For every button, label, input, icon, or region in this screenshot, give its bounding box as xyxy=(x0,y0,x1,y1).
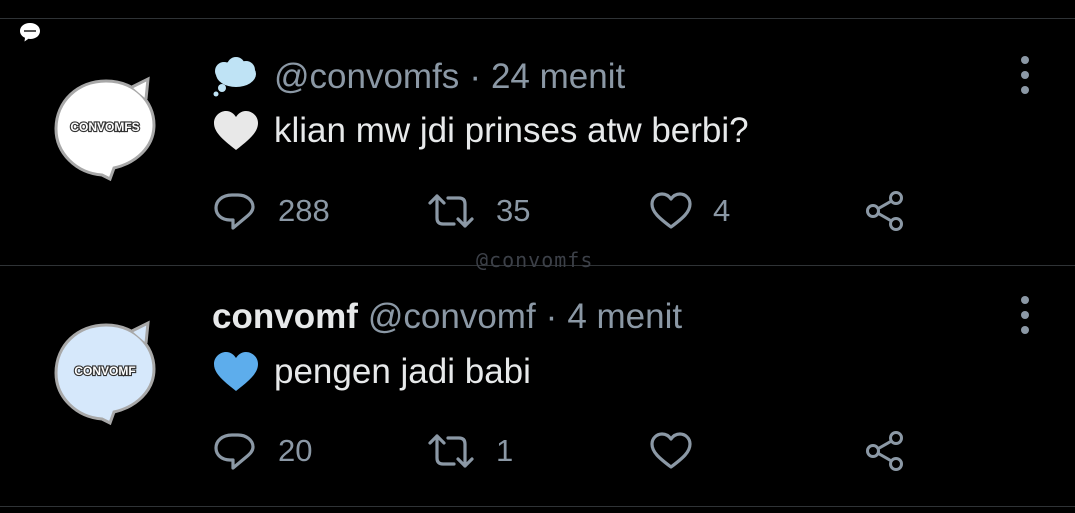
avatar[interactable]: CONVOMFS xyxy=(50,69,162,184)
share-button[interactable] xyxy=(863,186,907,236)
tweet-body: pengen jadi babi xyxy=(212,351,531,393)
tweet-header: convomf @convomf · 4 menit xyxy=(212,297,682,337)
retweet-count: 35 xyxy=(496,193,531,228)
heart-icon xyxy=(650,432,692,469)
tweet-header: @convomfs · 24 menit xyxy=(212,57,625,97)
reply-button[interactable]: 288 xyxy=(212,186,330,236)
more-options-icon[interactable] xyxy=(1010,53,1040,97)
retweet-button[interactable]: 1 xyxy=(426,426,513,476)
like-button[interactable] xyxy=(649,426,713,476)
retweet-count: 1 xyxy=(496,433,514,468)
reply-count: 20 xyxy=(278,433,313,468)
blue-heart-icon xyxy=(214,352,258,391)
thought-balloon-icon xyxy=(213,57,256,97)
retweet-button[interactable]: 35 xyxy=(426,186,530,236)
avatar[interactable]: CONVOMF xyxy=(50,313,162,428)
like-count: 4 xyxy=(713,193,731,228)
timestamp[interactable]: 4 menit xyxy=(567,297,682,337)
share-button[interactable] xyxy=(863,426,907,476)
user-handle[interactable]: @convomfs xyxy=(274,57,459,97)
retweet-icon xyxy=(428,434,474,468)
tweet-text: klian mw jdi prinses atw berbi? xyxy=(274,111,749,150)
avatar-label: CONVOMF xyxy=(74,364,135,378)
separator-dot: · xyxy=(545,297,558,336)
reply-icon xyxy=(214,193,255,230)
user-handle[interactable]: @convomf xyxy=(368,297,536,337)
like-button[interactable]: 4 xyxy=(649,186,730,236)
share-icon xyxy=(866,191,903,231)
timestamp[interactable]: 24 menit xyxy=(491,57,625,97)
display-name[interactable]: convomf xyxy=(212,297,358,337)
share-icon xyxy=(866,431,903,471)
heart-icon xyxy=(650,192,692,229)
separator-dot: · xyxy=(469,57,481,96)
retweet-icon xyxy=(428,194,474,228)
avatar-label: CONVOMFS xyxy=(70,120,139,134)
tweet-1[interactable]: CONVOMFS @convomfs · 24 menit klian mw j… xyxy=(0,19,1075,259)
reply-count: 288 xyxy=(278,193,330,228)
tweet-body: klian mw jdi prinses atw berbi? xyxy=(212,110,749,152)
reply-button[interactable]: 20 xyxy=(212,426,312,476)
more-options-icon[interactable] xyxy=(1010,293,1040,337)
tweet-actions: 20 1 xyxy=(212,426,1072,476)
bottom-divider xyxy=(0,506,1075,507)
white-heart-icon xyxy=(214,111,258,150)
tweet-2[interactable]: CONVOMF convomf @convomf · 4 menit penge… xyxy=(0,266,1075,506)
reply-icon xyxy=(214,433,255,470)
tweet-actions: 288 35 4 xyxy=(212,186,1072,236)
tweet-text: pengen jadi babi xyxy=(274,352,531,391)
